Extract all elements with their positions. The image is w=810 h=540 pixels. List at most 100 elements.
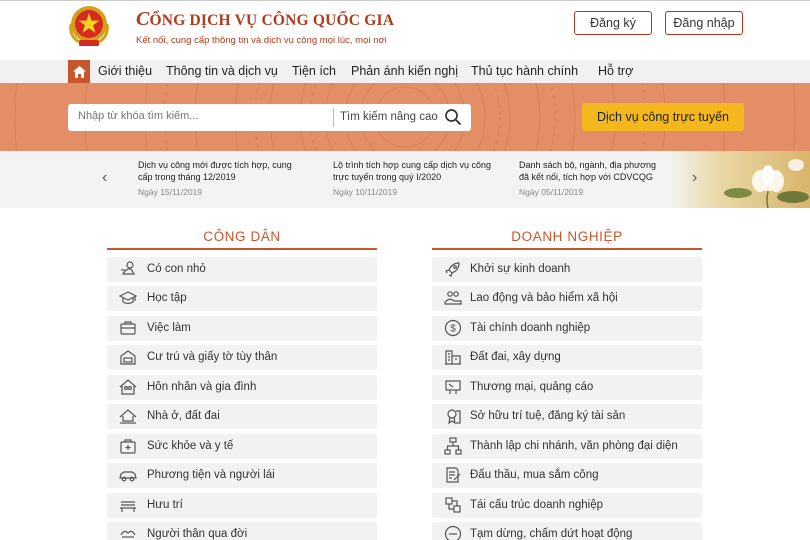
business-item-label: Sở hữu trí tuệ, đăng ký tài sản <box>470 410 626 422</box>
business-heading: DOANH NGHIỆP <box>511 229 623 244</box>
news-title: Dịch vụ công mới được tích hợp, cung cấp… <box>138 160 292 182</box>
hands-icon <box>120 530 136 538</box>
bench-icon <box>120 501 136 512</box>
advanced-search-link[interactable]: Tìm kiếm nâng cao <box>340 111 438 123</box>
citizen-heading: CÔNG DÂN <box>203 229 281 244</box>
nav-item-support[interactable]: Hỗ trợ <box>598 64 633 78</box>
citizen-item-label: Học tập <box>147 292 187 304</box>
nav-item-about[interactable]: Giới thiệu <box>98 64 152 78</box>
building-icon <box>445 350 461 365</box>
workers-icon <box>444 291 462 305</box>
svg-text:$: $ <box>450 324 456 335</box>
baby-icon <box>121 261 136 275</box>
business-item-label: Đấu thầu, mua sắm công <box>470 469 599 481</box>
nav-item-info-services[interactable]: Thông tin và dịch vụ <box>166 64 278 78</box>
citizen-heading-underline <box>107 248 377 250</box>
citizen-item-retirement[interactable]: Hưu trí <box>107 493 377 518</box>
chevron-left-icon[interactable]: ‹ <box>102 169 107 187</box>
briefcase-icon <box>120 321 136 335</box>
citizen-item-label: Việc làm <box>147 322 191 334</box>
citizen-item-housing[interactable]: Nhà ở, đất đai <box>107 404 377 429</box>
business-item-label: Thành lập chi nhánh, văn phòng đại diện <box>470 440 678 452</box>
business-item-label: Thương mại, quảng cáo <box>470 381 594 393</box>
business-item-startup[interactable]: Khởi sự kinh doanh <box>432 257 702 282</box>
citizen-item-label: Hưu trí <box>147 499 183 511</box>
site-title-rest: ỔNG DỊCH VỤ CÔNG QUỐC GIA <box>149 12 395 29</box>
business-heading-underline <box>432 248 702 250</box>
news-date: Ngày 15/11/2019 <box>138 187 203 197</box>
home-icon <box>72 65 86 78</box>
search-icon[interactable] <box>444 108 462 126</box>
citizen-item-jobs[interactable]: Việc làm <box>107 316 377 341</box>
citizen-item-label: Hôn nhân và gia đình <box>147 381 257 393</box>
citizen-item-marriage[interactable]: Hôn nhân và gia đình <box>107 375 377 400</box>
business-item-land[interactable]: Đất đai, xây dựng <box>432 345 702 370</box>
business-item-procurement[interactable]: Đấu thầu, mua sắm công <box>432 463 702 488</box>
citizen-item-label: Cư trú và giấy tờ tùy thân <box>147 351 278 363</box>
news-date: Ngày 05/11/2019 <box>519 187 584 197</box>
news-item[interactable]: Danh sách bộ, ngành, địa phương đã kết n… <box>519 159 664 197</box>
lotus-painting-icon <box>668 151 810 208</box>
national-emblem-icon[interactable] <box>64 4 114 48</box>
search-box: Tìm kiếm nâng cao <box>68 104 471 131</box>
citizen-item-bereavement[interactable]: Người thân qua đời <box>107 522 377 540</box>
business-item-ip[interactable]: Sở hữu trí tuệ, đăng ký tài sản <box>432 404 702 429</box>
citizen-item-health[interactable]: Sức khỏe và y tế <box>107 434 377 459</box>
business-item-label: Lao động và bảo hiểm xã hội <box>470 292 618 304</box>
certificate-icon <box>447 409 461 425</box>
site-title-initial: C <box>136 8 150 30</box>
citizen-item-label: Sức khỏe và y tế <box>147 440 234 452</box>
search-input[interactable] <box>78 110 328 122</box>
citizen-item-label: Nhà ở, đất đai <box>147 410 220 422</box>
news-item[interactable]: Dịch vụ công mới được tích hợp, cung cấp… <box>138 159 298 197</box>
org-chart-icon <box>444 437 462 455</box>
citizen-item-label: Có con nhỏ <box>147 263 206 275</box>
business-item-label: Tài chính doanh nghiệp <box>470 322 591 334</box>
online-services-button[interactable]: Dịch vụ công trực tuyến <box>582 103 744 131</box>
dollar-icon: $ <box>444 319 462 337</box>
contract-icon <box>446 467 461 483</box>
car-icon <box>119 471 137 482</box>
graduation-cap-icon <box>119 291 137 305</box>
restructure-icon <box>445 497 461 513</box>
nav-item-utilities[interactable]: Tiện ích <box>292 64 336 78</box>
news-date: Ngày 10/11/2019 <box>333 187 398 197</box>
main-nav: Giới thiệu Thông tin và dịch vụ Tiện ích… <box>0 60 810 83</box>
news-title: Danh sách bộ, ngành, địa phương đã kết n… <box>519 160 657 182</box>
site-header: CỔNG DỊCH VỤ CÔNG QUỐC GIA Kết nối, cung… <box>0 0 810 60</box>
medical-kit-icon <box>120 439 136 454</box>
family-home-icon <box>119 379 137 395</box>
citizen-item-child[interactable]: Có con nhỏ <box>107 257 377 282</box>
business-item-finance[interactable]: $ Tài chính doanh nghiệp <box>432 316 702 341</box>
business-item-suspend[interactable]: Tạm dừng, chấm dứt hoạt động <box>432 522 702 540</box>
nav-item-feedback[interactable]: Phản ánh kiến nghị <box>351 64 458 78</box>
billboard-icon <box>445 380 461 394</box>
site-subtitle: Kết nối, cung cấp thông tin và dịch vụ c… <box>136 35 387 46</box>
business-item-label: Khởi sự kinh doanh <box>470 263 571 275</box>
business-item-label: Tạm dừng, chấm dứt hoạt động <box>470 528 633 540</box>
business-item-label: Tái cấu trúc doanh nghiệp <box>470 499 603 511</box>
business-item-trade[interactable]: Thương mại, quảng cáo <box>432 375 702 400</box>
business-item-label: Đất đai, xây dựng <box>470 351 561 363</box>
nav-item-procedures[interactable]: Thủ tục hành chính <box>471 64 578 78</box>
login-button[interactable]: Đăng nhập <box>665 11 743 35</box>
citizen-item-vehicles[interactable]: Phương tiện và người lái <box>107 463 377 488</box>
register-button[interactable]: Đăng ký <box>574 11 652 35</box>
news-item[interactable]: Lộ trình tích hợp cung cấp dịch vụ công … <box>333 159 493 197</box>
business-item-labor[interactable]: Lao động và bảo hiểm xã hội <box>432 286 702 311</box>
house-land-icon <box>119 409 137 424</box>
search-banner: Tìm kiếm nâng cao Dịch vụ công trực tuyế… <box>0 83 810 151</box>
business-item-branch[interactable]: Thành lập chi nhánh, văn phòng đại diện <box>432 434 702 459</box>
business-item-restructure[interactable]: Tái cấu trúc doanh nghiệp <box>432 493 702 518</box>
id-card-icon <box>120 350 136 365</box>
rocket-icon <box>445 262 460 277</box>
news-title: Lộ trình tích hợp cung cấp dịch vụ công … <box>333 160 492 182</box>
citizen-item-education[interactable]: Học tập <box>107 286 377 311</box>
citizen-item-label: Phương tiện và người lái <box>147 469 275 481</box>
stop-icon <box>444 525 462 540</box>
site-title[interactable]: CỔNG DỊCH VỤ CÔNG QUỐC GIA <box>136 8 394 31</box>
home-button[interactable] <box>68 60 90 83</box>
chevron-right-icon[interactable]: › <box>692 169 697 187</box>
citizen-item-label: Người thân qua đời <box>147 528 248 540</box>
citizen-item-residence[interactable]: Cư trú và giấy tờ tùy thân <box>107 345 377 370</box>
